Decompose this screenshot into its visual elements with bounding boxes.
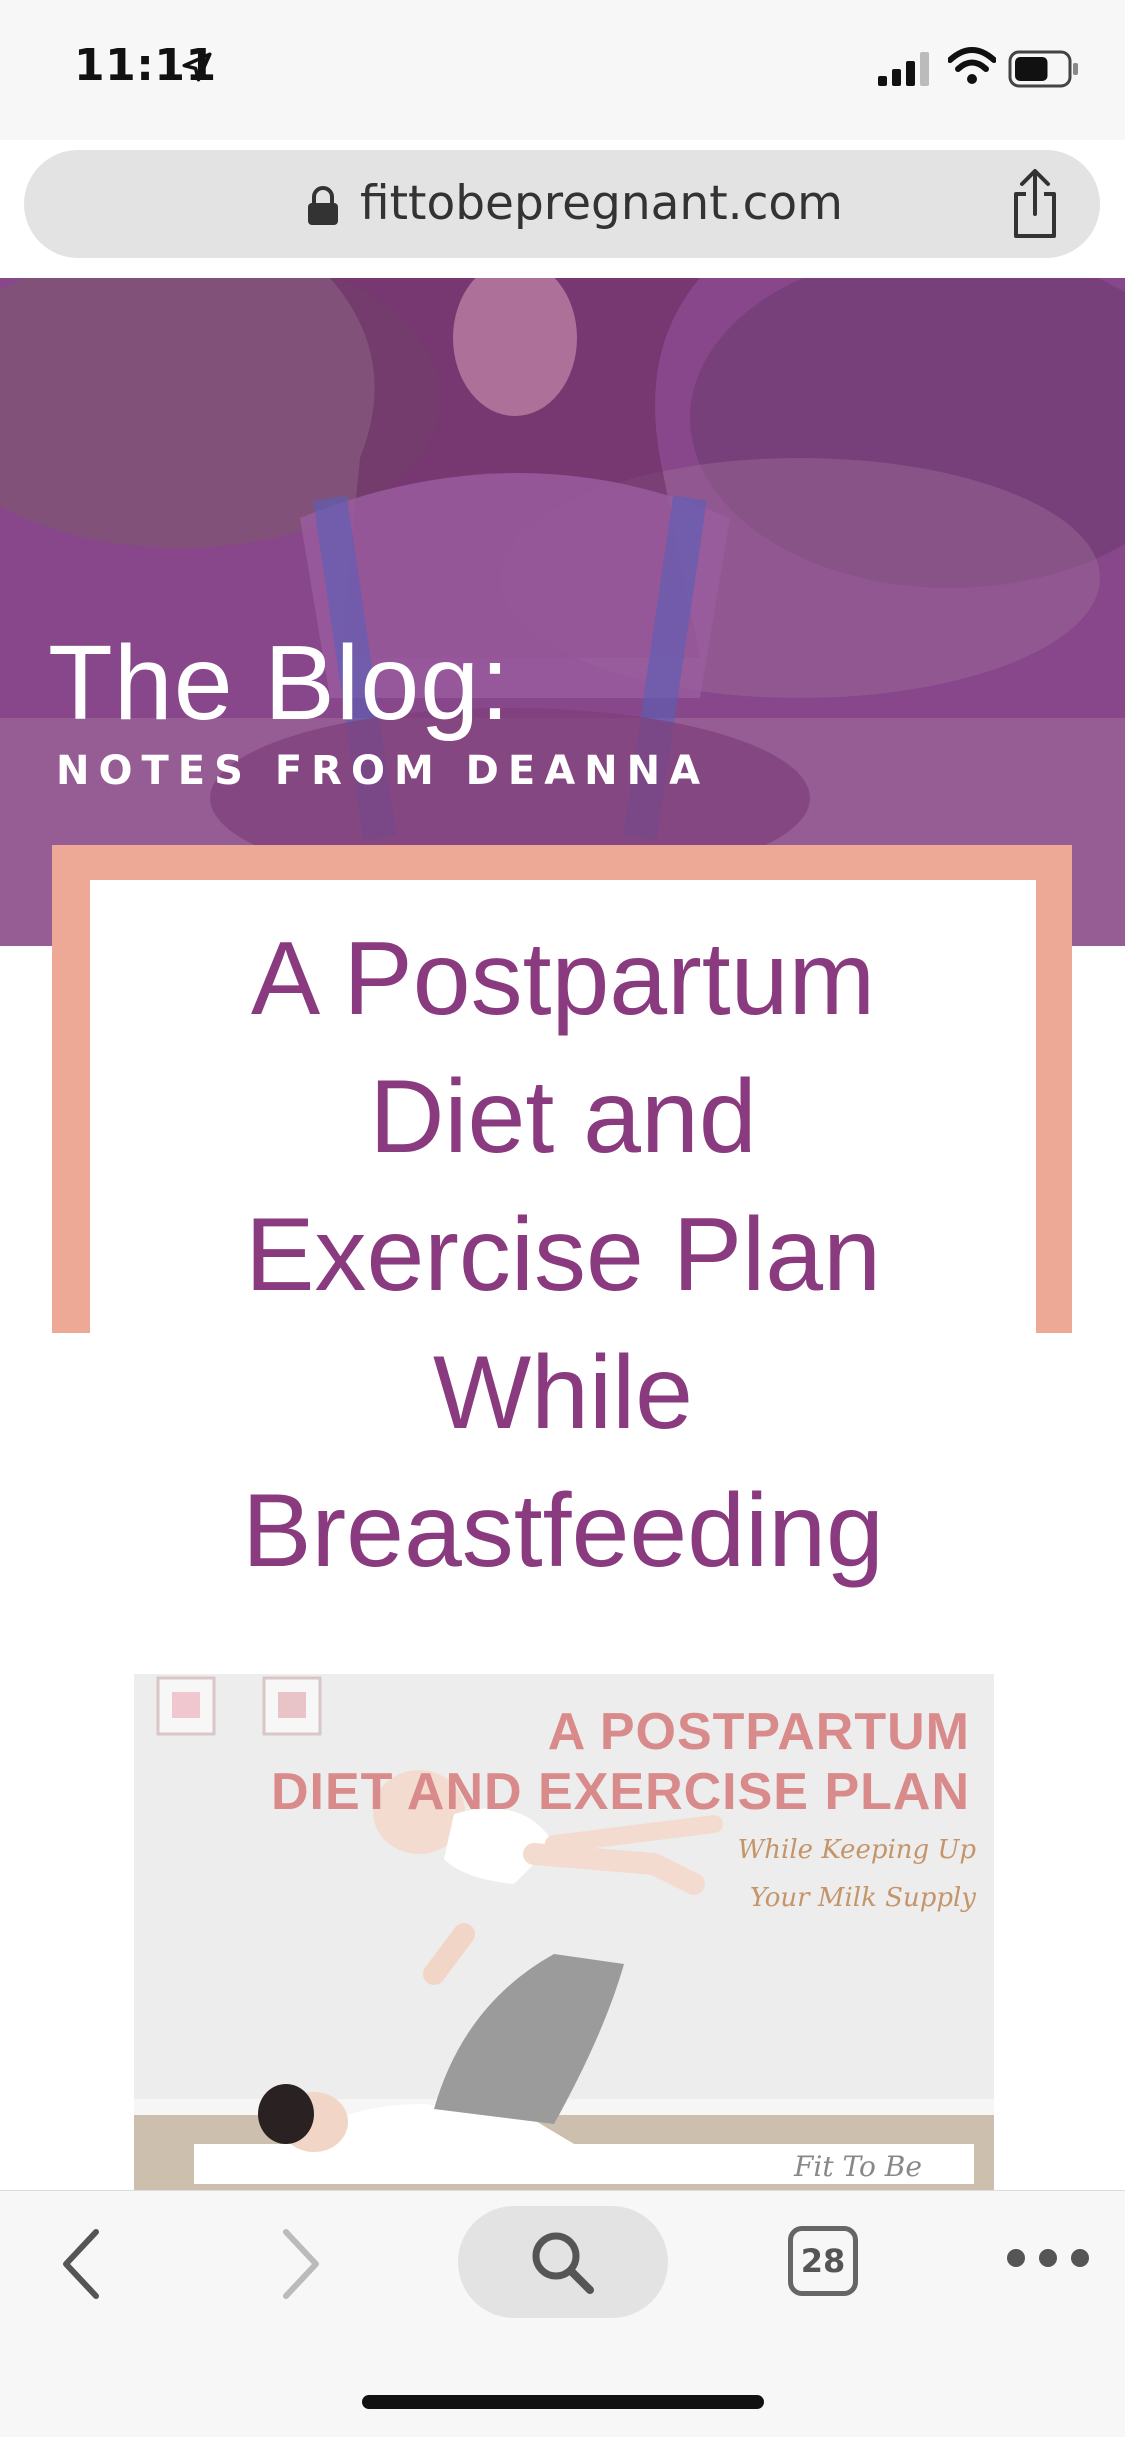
forward-icon[interactable] xyxy=(276,2224,326,2304)
signal-icon xyxy=(878,52,929,86)
post-title[interactable]: A Postpartum Diet and Exercise Plan Whil… xyxy=(90,910,1036,1600)
featured-heading: A POSTPARTUM DIET AND EXERCISE PLAN xyxy=(271,1702,970,1822)
post-title-line: While xyxy=(432,1335,694,1451)
fit-to-be-logo: Fit To Be xyxy=(794,2150,922,2183)
featured-heading-line: DIET AND EXERCISE PLAN xyxy=(270,1763,970,1821)
more-icon[interactable] xyxy=(1006,2244,1090,2272)
featured-image[interactable]: A POSTPARTUM DIET AND EXERCISE PLAN Whil… xyxy=(134,1674,994,2190)
home-indicator xyxy=(362,2395,764,2409)
wifi-icon xyxy=(948,47,996,84)
featured-script-text: While Keeping Up Your Milk Supply xyxy=(738,1826,976,1922)
back-icon[interactable] xyxy=(56,2224,106,2304)
share-icon[interactable] xyxy=(1006,168,1064,240)
battery-icon xyxy=(1008,50,1078,88)
featured-script-line: While Keeping Up xyxy=(737,1835,976,1865)
status-bar: 11:11 xyxy=(0,0,1125,140)
blog-title: The Blog: xyxy=(48,624,511,742)
featured-heading-line: A POSTPARTUM xyxy=(547,1703,970,1761)
tabs-button[interactable]: 28 xyxy=(788,2226,858,2296)
location-arrow-icon xyxy=(182,52,212,82)
post-title-line: Diet and xyxy=(369,1059,757,1175)
featured-script-line: Your Milk Supply xyxy=(749,1883,976,1913)
url-text[interactable]: fittobepregnant.com xyxy=(360,176,843,231)
post-title-line: Breastfeeding xyxy=(242,1473,884,1589)
post-title-line: A Postpartum xyxy=(250,921,876,1037)
lock-icon xyxy=(308,186,338,225)
blog-subtitle: NOTES FROM DEANNA xyxy=(56,748,710,794)
search-icon[interactable] xyxy=(522,2222,602,2302)
post-title-line: Exercise Plan xyxy=(245,1197,881,1313)
